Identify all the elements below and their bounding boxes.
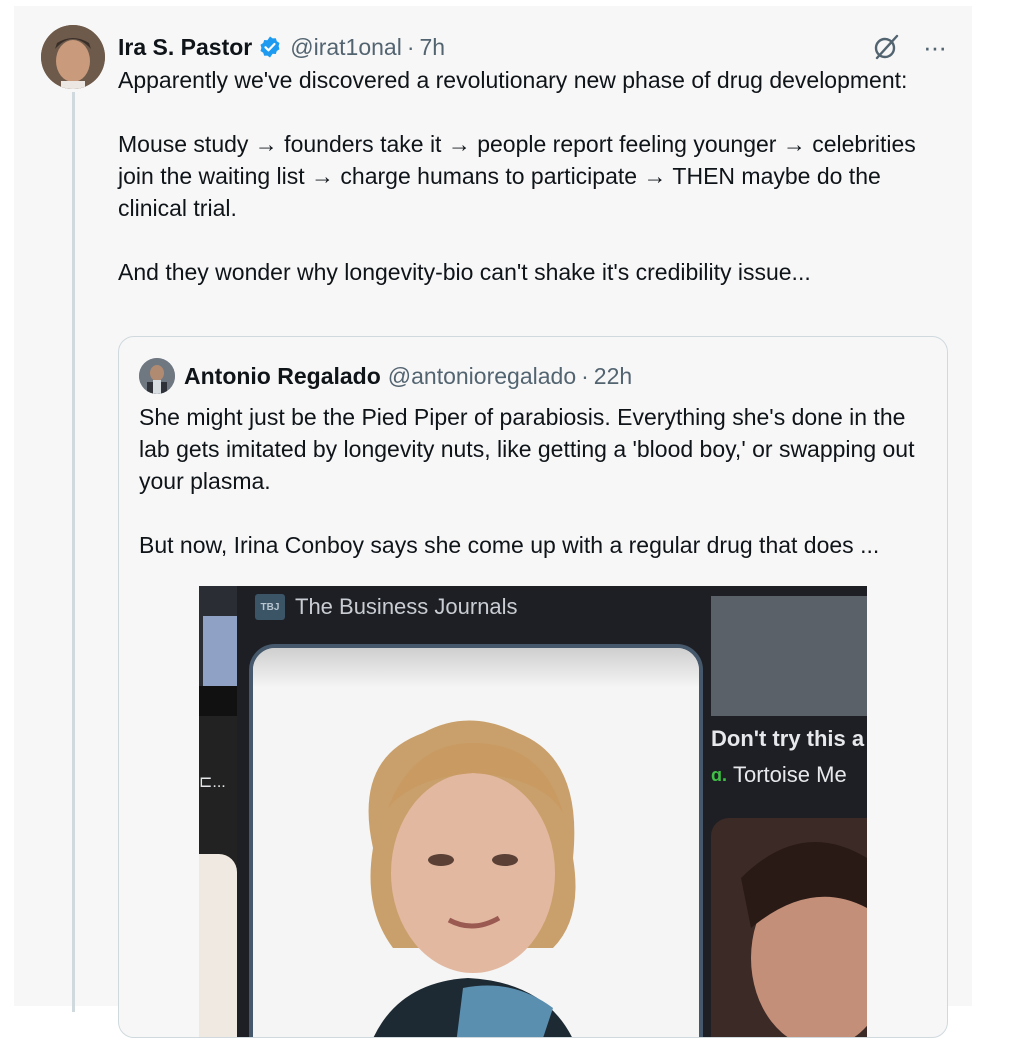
quoted-paragraph: But now, Irina Conboy says she come up w…	[139, 532, 880, 558]
right-top-photo	[711, 596, 867, 716]
quoted-paragraph: She might just be the Pied Piper of para…	[139, 404, 915, 494]
tweet-paragraph: Apparently we've discovered a revolution…	[118, 67, 908, 93]
right-article-title: Don't try this a	[711, 726, 865, 751]
right-article-source: ɑ. Tortoise Me	[711, 762, 847, 788]
quoted-tweet-text: She might just be the Pied Piper of para…	[139, 401, 929, 561]
header-separator: ·	[406, 33, 415, 60]
tweet-actions: ···	[871, 32, 947, 62]
article-photo-card	[249, 644, 703, 1037]
tortoise-source-icon: ɑ.	[711, 764, 727, 785]
right-suggestion-column: Don't try this a ɑ. Tortoise Me	[711, 586, 867, 1037]
quoted-tweet-timestamp[interactable]: 22h	[594, 363, 632, 390]
source-name: The Business Journals	[295, 594, 518, 619]
grok-icon[interactable]	[871, 32, 901, 62]
portrait-photo	[368, 720, 576, 1037]
verified-badge-icon[interactable]	[258, 35, 282, 59]
thread-line	[72, 92, 75, 1012]
author-avatar[interactable]	[41, 25, 105, 89]
left-fragment-text: ⊏...	[199, 774, 226, 791]
author-name[interactable]: Ira S. Pastor	[118, 34, 252, 61]
right-bottom-photo	[711, 818, 867, 1037]
tweet-text: Apparently we've discovered a revolution…	[118, 64, 938, 288]
tweet-header: Ira S. Pastor @irat1onal · 7h	[118, 30, 445, 64]
source-logo: TBJ	[255, 594, 285, 620]
quoted-media-image[interactable]: ⊏... TBJ The Business Journals Don't try…	[199, 586, 867, 1037]
tweet-paragraph: And they wonder why longevity-bio can't …	[118, 259, 811, 285]
quoted-author-avatar[interactable]	[139, 358, 175, 394]
left-lower-card	[199, 854, 237, 1037]
tweet-timestamp[interactable]: 7h	[419, 34, 445, 61]
quoted-author-handle[interactable]: @antonioregalado	[388, 363, 576, 390]
quoted-tweet-header: Antonio Regalado @antonioregalado · 22h	[139, 357, 632, 395]
quoted-tweet[interactable]: Antonio Regalado @antonioregalado · 22h …	[118, 336, 948, 1038]
quoted-header-separator: ·	[581, 362, 589, 389]
more-options-icon[interactable]: ···	[923, 34, 947, 60]
source-bar: TBJ The Business Journals	[255, 594, 518, 620]
tweet-paragraph: Mouse study → founders take it → people …	[118, 131, 916, 221]
tweet-card[interactable]: Ira S. Pastor @irat1onal · 7h ··· Appare…	[14, 6, 972, 1038]
quoted-author-name[interactable]: Antonio Regalado	[184, 363, 381, 390]
right-source-name: Tortoise Me	[733, 762, 847, 787]
author-handle[interactable]: @irat1onal	[290, 34, 402, 61]
